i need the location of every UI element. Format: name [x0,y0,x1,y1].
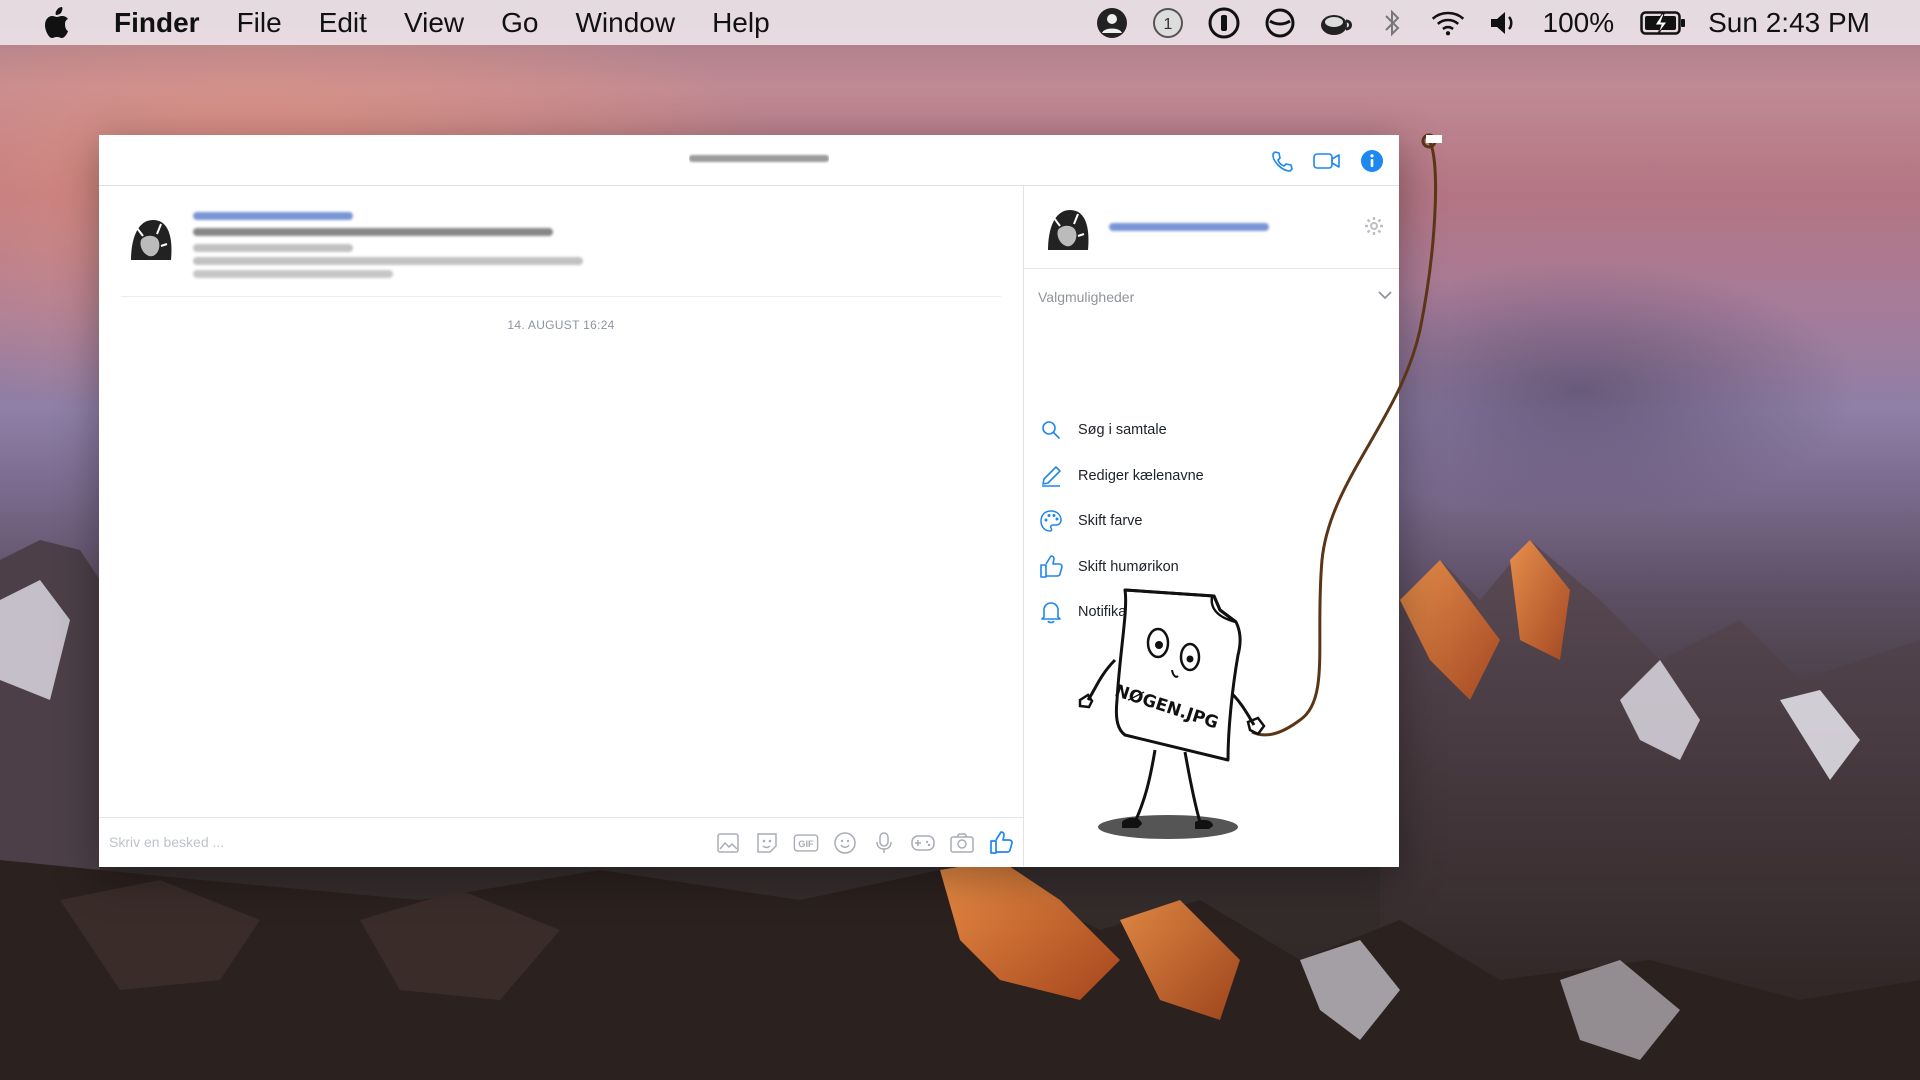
menu-view[interactable]: View [404,7,464,39]
message-input[interactable]: Skriv en besked ... [109,834,224,850]
password-manager-icon[interactable] [1207,6,1241,40]
option-label: Skift farve [1078,513,1143,529]
profile-icon[interactable] [1095,6,1129,40]
menu-help[interactable]: Help [712,7,770,39]
option-label: Søg i samtale [1078,422,1167,438]
bell-icon [1038,599,1064,625]
status-area: 1 100% Sun 2:43 PM [1095,0,1920,45]
option-change-color[interactable]: Skift farve [1038,506,1142,536]
image-icon[interactable] [715,830,741,856]
sync-icon[interactable] [1263,6,1297,40]
game-icon[interactable] [910,830,936,856]
palette-icon [1038,508,1064,534]
info-panel-header [1024,186,1399,269]
contact-info-redacted [193,257,583,265]
conversation-info-panel: Valgmuligheder Søg i samtale Rediger kæl… [1024,186,1399,866]
gif-label: GIF [798,839,814,849]
contact-info-redacted [193,244,353,252]
notification-count: 1 [1163,16,1172,33]
avatar[interactable] [121,210,181,270]
conversation-header [99,135,1399,186]
microphone-icon[interactable] [871,830,897,856]
battery-charging-icon[interactable] [1640,6,1686,40]
clock[interactable]: Sun 2:43 PM [1708,7,1870,39]
volume-icon[interactable] [1487,6,1521,40]
messenger-window: 14. AUGUST 16:24 Skriv en besked ... GIF [99,135,1399,867]
thumbs-up-icon [1038,554,1064,580]
info-icon[interactable] [1357,146,1387,176]
chat-panel: 14. AUGUST 16:24 Skriv en besked ... GIF [99,186,1024,866]
emoji-icon[interactable] [832,830,858,856]
contact-name-redacted [193,212,353,220]
gear-icon[interactable] [1364,216,1384,236]
menu-edit[interactable]: Edit [319,7,367,39]
options-title[interactable]: Valgmuligheder [1038,289,1134,305]
badge-1-icon[interactable]: 1 [1151,6,1185,40]
gif-icon[interactable]: GIF [793,830,819,856]
option-change-emoji[interactable]: Skift humørikon [1038,552,1179,582]
option-label: Rediger kælenavne [1078,468,1204,484]
chevron-down-icon[interactable] [1376,286,1394,304]
option-notifications[interactable]: Notifikationer [1038,597,1163,627]
bluetooth-icon[interactable] [1375,6,1409,40]
option-label: Notifikationer [1078,604,1163,620]
video-camera-icon[interactable] [1312,146,1342,176]
contact-info-redacted [193,270,393,278]
avatar[interactable] [1038,200,1098,260]
apple-icon[interactable] [42,6,76,40]
menu-window[interactable]: Window [575,7,675,39]
contact-info-redacted [193,228,553,236]
menu-go[interactable]: Go [501,7,538,39]
contact-name-redacted [1109,223,1269,231]
menu-bar: Finder File Edit View Go Window Help 1 1… [0,0,1920,45]
option-search-conversation[interactable]: Søg i samtale [1038,415,1167,445]
conversation-title-redacted [689,155,829,162]
camera-icon[interactable] [949,830,975,856]
sticker-icon[interactable] [754,830,780,856]
composer: Skriv en besked ... GIF [99,817,1023,868]
battery-percent: 100% [1542,6,1615,38]
coffee-icon[interactable] [1319,6,1353,40]
like-icon[interactable] [988,830,1014,856]
message-timestamp: 14. AUGUST 16:24 [507,318,615,332]
option-label: Skift humørikon [1078,559,1179,575]
contact-profile-card [121,200,1001,297]
phone-icon[interactable] [1267,146,1297,176]
menu-file[interactable]: File [237,7,282,39]
search-icon [1038,417,1064,443]
option-edit-nicknames[interactable]: Rediger kælenavne [1038,461,1204,491]
app-menu[interactable]: Finder [114,7,200,39]
wifi-icon[interactable] [1431,6,1465,40]
pencil-icon [1038,463,1064,489]
